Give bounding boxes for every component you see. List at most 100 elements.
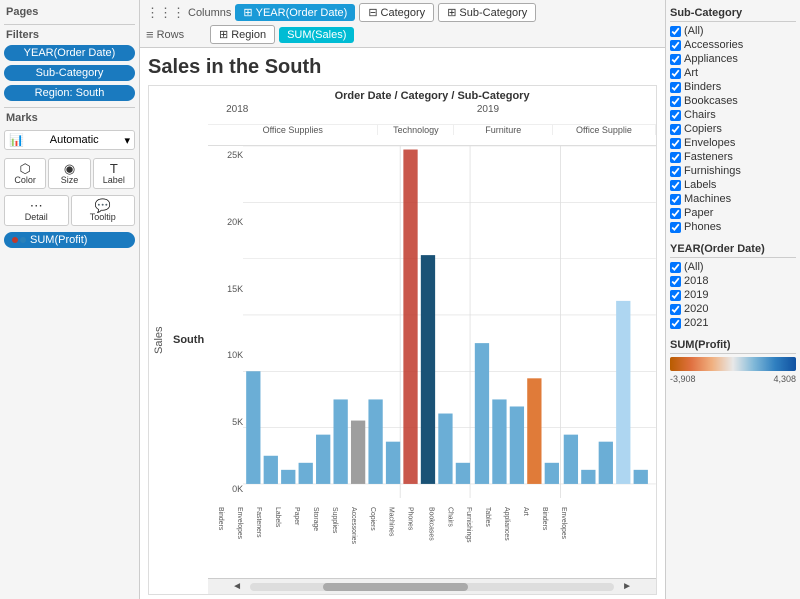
toolbar: ⋮⋮⋮ Columns ⊞ YEAR(Order Date) ⊟ Categor… [140,0,665,48]
pages-title: Pages [4,4,135,20]
bar-tech-small[interactable] [456,463,470,484]
year-checkbox-1[interactable] [670,276,681,287]
detail-tooltip-row: ⋯ Detail 💬 Tooltip [4,195,135,226]
bar-phones-2018[interactable] [438,414,452,484]
label-button[interactable]: T Label [93,158,135,189]
color-button[interactable]: ⬡ Color [4,158,46,189]
bar-accessories-2018[interactable] [386,442,400,484]
subcategory-checkbox-6[interactable] [670,110,681,121]
scroll-track[interactable] [250,583,614,591]
size-button[interactable]: ◉ Size [48,158,90,189]
pill-sum-sales[interactable]: SUM(Sales) [279,27,354,43]
bar-labels-2018[interactable] [299,463,313,484]
bar-machines-2018[interactable] [421,255,435,484]
subcategory-item-7: Copiers [670,122,796,136]
bar-small1[interactable] [634,470,648,484]
tooltip-button[interactable]: 💬 Tooltip [71,195,136,226]
pill-region[interactable]: ⊞ Region [210,25,275,44]
pill-sub-category[interactable]: ⊞ Sub-Category [438,3,536,22]
bar-appliances-2019[interactable] [564,435,578,484]
legend-max: 4,308 [773,374,796,384]
bar-fasteners-2018[interactable] [281,470,295,484]
year-checkbox-4[interactable] [670,318,681,329]
subcategory-item-2: Appliances [670,52,796,66]
subcategory-section-title: Sub-Category [670,4,796,22]
scroll-right-arrow[interactable]: ► [618,581,636,592]
detail-button[interactable]: ⋯ Detail [4,195,69,226]
xlabel-chairs: Chairs [446,507,453,527]
year-item-2: 2019 [670,288,796,302]
sum-profit-pill[interactable]: SUM(Profit) [4,232,135,248]
subcategory-checkbox-10[interactable] [670,166,681,177]
size-label: Size [61,175,79,185]
bar-tables-2018[interactable] [527,378,541,484]
bar-storage-2018[interactable] [334,399,348,483]
subcategory-checkbox-8[interactable] [670,138,681,149]
detail-label: Detail [25,212,48,222]
tick-5k: 5K [208,417,243,427]
marks-type-label: Automatic [50,134,99,146]
subcategory-label-9: Fasteners [684,151,733,163]
marks-type-select[interactable]: 📊 Automatic ▾ [4,130,135,150]
scroll-thumb[interactable] [323,583,469,591]
subcategory-label-10: Furnishings [684,165,741,177]
subcategory-label-5: Bookcases [684,95,738,107]
subcategory-checkbox-11[interactable] [670,180,681,191]
subcategory-checkbox-14[interactable] [670,222,681,233]
subcategory-checkbox-1[interactable] [670,40,681,51]
bar-furnishings-2018[interactable] [510,406,524,483]
scrollbar: ◄ ► [208,578,656,594]
bar-bookcases-2018[interactable] [475,343,489,484]
subcategory-checkbox-7[interactable] [670,124,681,135]
filter-region[interactable]: Region: South [4,85,135,101]
year-checkbox-3[interactable] [670,304,681,315]
subcategory-checkbox-12[interactable] [670,194,681,205]
xlabel-copiers: Copiers [369,507,376,531]
xlabel-furnishings: Furnishings [465,507,472,543]
subcategory-checkbox-0[interactable] [670,26,681,37]
filter-subcategory[interactable]: Sub-Category [4,65,135,81]
subcategory-checkbox-4[interactable] [670,82,681,93]
cat-office-supplies: Office Supplies [208,125,378,135]
subcategory-checkbox-9[interactable] [670,152,681,163]
subcategory-checkbox-13[interactable] [670,208,681,219]
filter-year[interactable]: YEAR(Order Date) [4,45,135,61]
year-checkbox-0[interactable] [670,262,681,273]
label-icon: T [110,162,118,175]
bar-envelopes-2019[interactable] [616,301,630,484]
bar-supplies-2018b[interactable] [369,399,383,483]
subcategory-label-2: Appliances [684,53,738,65]
chart-body: 25K 20K 15K 10K 5K 0K [208,146,656,498]
subcategory-checkbox-5[interactable] [670,96,681,107]
bar-supplies-2018[interactable] [351,421,365,484]
subcategory-label-4: Binders [684,81,721,93]
bar-binders-2018[interactable] [246,371,260,484]
bar-binders-2019[interactable] [599,442,613,484]
year-item-3: 2020 [670,302,796,316]
category-labels: Office Supplies Technology Furniture Off… [208,124,656,135]
bar-furn-small[interactable] [545,463,559,484]
x-labels-svg: Binders Envelopes Fasteners Labels Paper… [208,498,656,578]
subcategory-label-12: Machines [684,193,731,205]
subcategory-checkbox-2[interactable] [670,54,681,65]
subcategory-item-13: Paper [670,206,796,220]
subcategory-checkbox-3[interactable] [670,68,681,79]
subcategory-label-0: (All) [684,25,704,37]
pill-year-order-date[interactable]: ⊞ YEAR(Order Date) [235,4,355,21]
bar-art-2019[interactable] [581,470,595,484]
year-item-0: (All) [670,260,796,274]
row-label: South [169,86,208,594]
scroll-left-arrow[interactable]: ◄ [228,581,246,592]
bar-paper-2018[interactable] [316,435,330,484]
rows-row: ≡ Rows ⊞ Region SUM(Sales) [146,25,659,44]
pill-category[interactable]: ⊟ Category [359,3,434,22]
bar-envelopes-2018[interactable] [264,456,278,484]
year-item-4: 2021 [670,316,796,330]
bar-copiers-2018[interactable] [404,150,418,484]
y-ticks: 25K 20K 15K 10K 5K 0K [208,146,243,498]
chart-area: Sales South Order Date / Category / Sub-… [148,85,657,595]
xlabel-supplies: Supplies [331,507,338,534]
legend-section-title: SUM(Profit) [670,336,796,354]
bar-chairs-2018[interactable] [492,399,506,483]
year-checkbox-2[interactable] [670,290,681,301]
